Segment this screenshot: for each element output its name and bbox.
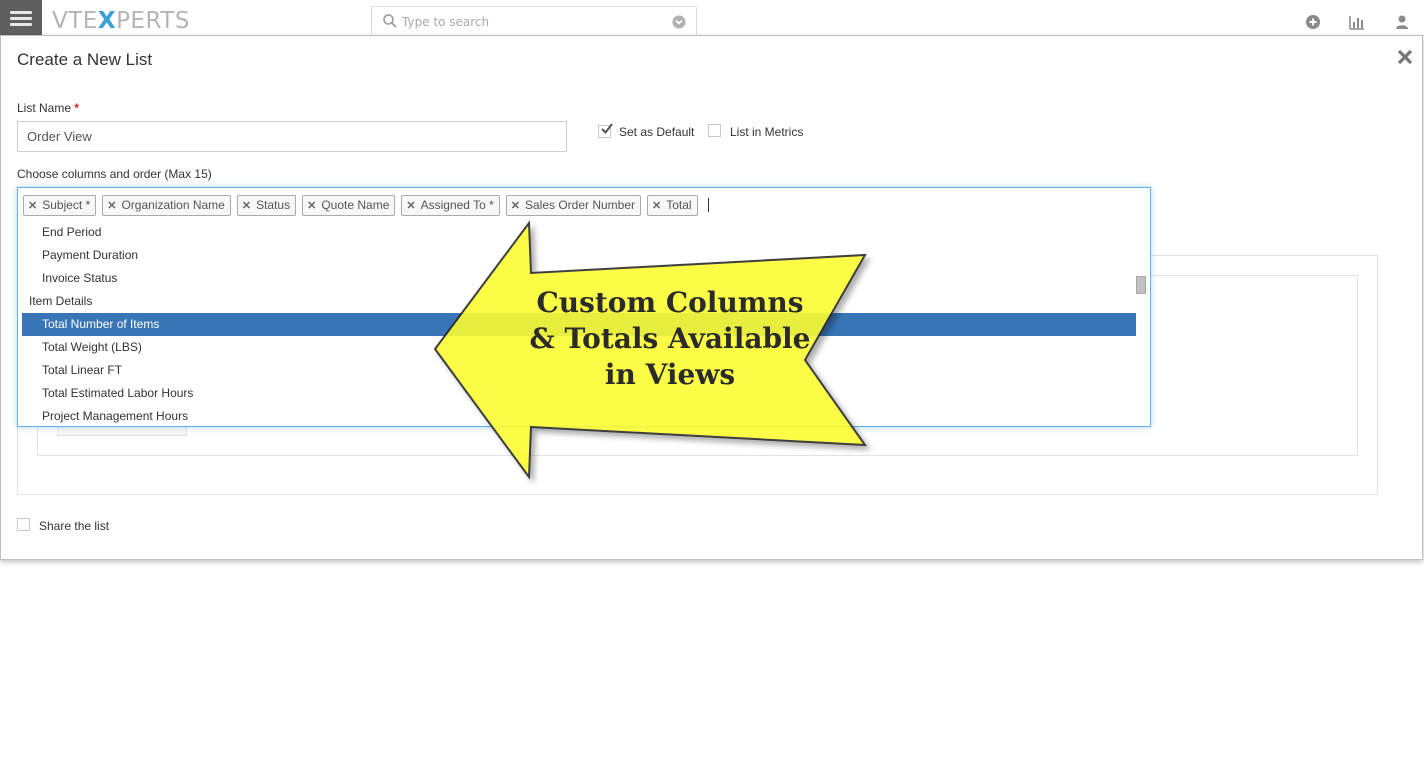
share-list-checkbox[interactable] — [17, 518, 30, 531]
set-as-default-checkbox[interactable] — [598, 123, 613, 138]
annotation-line: in Views — [604, 358, 736, 391]
bar-chart-icon[interactable] — [1349, 14, 1365, 30]
column-tag-label: Assigned To * — [420, 198, 494, 212]
column-tag: ✕ Total — [647, 194, 698, 216]
text-cursor — [707, 198, 709, 212]
list-in-metrics-label: List in Metrics — [730, 125, 804, 139]
brand-logo[interactable]: VTEXPERTS — [52, 8, 190, 34]
annotation-line: Custom Columns — [536, 286, 804, 319]
column-tag-label: Status — [256, 198, 291, 212]
search-placeholder: Type to search — [402, 15, 490, 29]
brand-prefix: VTE — [52, 8, 98, 34]
search-icon — [383, 14, 397, 28]
remove-tag-icon[interactable]: ✕ — [511, 199, 520, 212]
column-tag: ✕ Assigned To * — [401, 194, 500, 216]
annotation-text: Custom Columns & Totals Available in Vie… — [520, 285, 820, 393]
chevron-down-icon[interactable] — [672, 15, 686, 29]
top-bar: VTEXPERTS Type to search — [0, 0, 1424, 36]
remove-tag-icon[interactable]: ✕ — [307, 199, 316, 212]
column-tag: ✕ Subject * — [23, 194, 97, 216]
menu-icon-bar — [10, 23, 32, 26]
remove-tag-icon[interactable]: ✕ — [406, 199, 415, 212]
user-icon[interactable] — [1394, 14, 1410, 30]
remove-tag-icon[interactable]: ✕ — [652, 199, 661, 212]
global-search[interactable]: Type to search — [371, 6, 697, 36]
brand-suffix: PERTS — [116, 8, 190, 34]
column-tag: ✕ Sales Order Number — [505, 194, 642, 216]
list-name-label-text: List Name — [17, 101, 72, 115]
share-list-label: Share the list — [39, 519, 110, 533]
menu-icon — [10, 11, 32, 14]
close-icon[interactable] — [1396, 48, 1414, 66]
list-in-metrics-checkbox[interactable] — [708, 124, 721, 137]
modal-title: Create a New List — [17, 50, 153, 69]
options-scrollbar[interactable] — [1136, 276, 1146, 294]
annotation-line: & Totals Available — [529, 322, 811, 355]
required-mark: * — [74, 101, 80, 115]
list-name-input[interactable]: Order View — [17, 121, 567, 152]
selected-columns: ✕ Subject * ✕ Organization Name ✕ Status ✕ Q… — [23, 194, 709, 216]
column-tag-label: Subject * — [42, 198, 91, 212]
menu-icon-bar — [10, 17, 32, 20]
column-tag-label: Total — [666, 198, 692, 212]
column-tag-label: Organization Name — [121, 198, 225, 212]
list-name-label: List Name * — [17, 101, 79, 115]
set-as-default-label: Set as Default — [619, 125, 695, 139]
columns-label: Choose columns and order (Max 15) — [17, 167, 212, 181]
remove-tag-icon[interactable]: ✕ — [107, 199, 116, 212]
column-tag: ✕ Organization Name — [102, 194, 231, 216]
plus-circle-icon[interactable] — [1305, 14, 1321, 30]
column-tag: ✕ Quote Name — [302, 194, 396, 216]
menu-button[interactable] — [0, 0, 42, 36]
column-tag-label: Sales Order Number — [524, 198, 636, 212]
remove-tag-icon[interactable]: ✕ — [242, 199, 251, 212]
column-tag: ✕ Status — [236, 194, 297, 216]
column-tag-label: Quote Name — [321, 198, 390, 212]
checkmark-icon — [601, 123, 613, 135]
remove-tag-icon[interactable]: ✕ — [28, 199, 37, 212]
brand-x: X — [97, 8, 117, 34]
